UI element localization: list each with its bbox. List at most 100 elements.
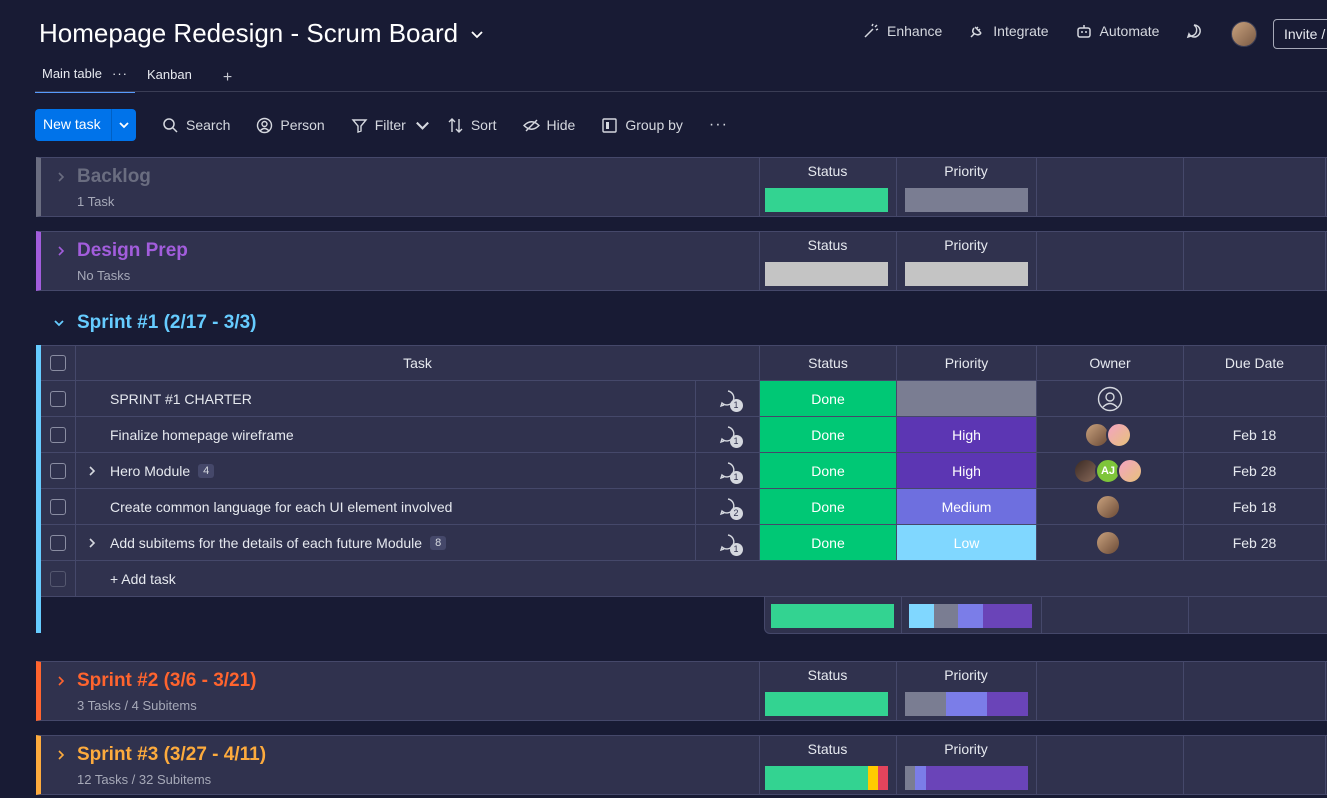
subitems-count[interactable]: 8 (430, 535, 447, 550)
row-checkbox (50, 570, 66, 587)
bar-segment (982, 604, 1032, 628)
integrate-button[interactable]: Integrate (968, 22, 1049, 40)
conversation-cell[interactable]: 1 (696, 525, 760, 560)
user-avatar[interactable] (1231, 21, 1257, 47)
row-checkbox[interactable] (50, 462, 66, 479)
more-options-button[interactable]: ··· (709, 116, 728, 134)
status-cell[interactable]: Done (760, 417, 897, 452)
status-cell[interactable]: Done (760, 453, 897, 488)
row-checkbox[interactable] (50, 426, 66, 443)
task-name-cell[interactable]: SPRINT #1 CHARTER (76, 381, 696, 416)
invite-button[interactable]: Invite / (1273, 19, 1327, 49)
priority-label: Low (953, 534, 980, 551)
owner-cell[interactable] (1037, 381, 1184, 416)
select-all-checkbox[interactable] (50, 355, 66, 371)
empty-person-icon[interactable] (1097, 386, 1123, 412)
owner-avatars[interactable] (1095, 493, 1121, 520)
owner-avatars[interactable] (1095, 529, 1121, 556)
row-checkbox[interactable] (50, 498, 66, 515)
status-cell[interactable]: Done (760, 489, 897, 524)
due-date-cell[interactable] (1184, 381, 1326, 416)
person-filter-button[interactable]: Person (256, 117, 325, 134)
owner-avatars[interactable] (1084, 421, 1132, 448)
owner-cell[interactable] (1037, 489, 1184, 524)
priority-cell[interactable]: High (897, 417, 1037, 452)
more-icon[interactable]: ··· (112, 66, 128, 81)
chevron-right-icon[interactable] (55, 171, 67, 183)
owner-avatars[interactable]: AJ (1073, 457, 1143, 484)
due-date-cell[interactable]: Feb 28 (1184, 453, 1326, 488)
filter-label: Filter (374, 117, 406, 133)
enhance-button[interactable]: Enhance (862, 22, 942, 40)
table-row[interactable]: Create common language for each UI eleme… (41, 489, 1327, 525)
priority-cell[interactable]: High (897, 453, 1037, 488)
group-title[interactable]: Sprint #3 (3/27 - 4/11) (77, 744, 266, 766)
chevron-right-icon[interactable] (86, 465, 98, 477)
status-cell[interactable]: Done (760, 525, 897, 560)
group-sprint-1-header[interactable]: Sprint #1 (2/17 - 3/3) (53, 312, 257, 334)
task-name-cell[interactable]: Hero Module 4 (76, 453, 696, 488)
sort-button[interactable]: Sort (447, 117, 497, 134)
due-date: Feb 28 (1232, 462, 1277, 479)
chevron-right-icon[interactable] (55, 245, 67, 257)
board-title[interactable]: Homepage Redesign - Scrum Board (39, 18, 484, 49)
chevron-right-icon[interactable] (86, 537, 98, 549)
tab-kanban[interactable]: Kanban (140, 63, 199, 92)
new-task-button[interactable]: New task (35, 109, 111, 141)
chevron-down-icon[interactable] (53, 317, 65, 329)
new-task-dropdown[interactable] (111, 109, 136, 141)
add-task-input[interactable]: + Add task (76, 561, 1326, 596)
task-name-cell[interactable]: Finalize homepage wireframe (76, 417, 696, 452)
chevron-down-icon[interactable] (470, 27, 484, 41)
filter-button[interactable]: Filter (351, 117, 406, 134)
bar-segment (765, 766, 869, 790)
table-row[interactable]: Add subitems for the details of each fut… (41, 525, 1327, 561)
group-title[interactable]: Backlog (77, 166, 151, 188)
owner-cell[interactable] (1037, 525, 1184, 560)
more-icon: ··· (708, 116, 728, 133)
conversation-cell[interactable]: 1 (696, 381, 760, 416)
table-row[interactable]: SPRINT #1 CHARTER 1 Done (41, 381, 1327, 417)
task-name: Create common language for each UI eleme… (110, 498, 453, 515)
due-date-cell[interactable]: Feb 18 (1184, 417, 1326, 452)
group-title[interactable]: Sprint #1 (2/17 - 3/3) (77, 312, 257, 334)
search-icon (163, 117, 178, 133)
group-title[interactable]: Design Prep (77, 240, 188, 262)
due-date-cell[interactable]: Feb 18 (1184, 489, 1326, 524)
row-checkbox[interactable] (50, 390, 66, 407)
group-title[interactable]: Sprint #2 (3/6 - 3/21) (77, 670, 257, 692)
chevron-right-icon[interactable] (55, 675, 67, 687)
task-name-cell[interactable]: Create common language for each UI eleme… (76, 489, 696, 524)
task-name-cell[interactable]: Add subitems for the details of each fut… (76, 525, 696, 560)
conversation-icon: 1 (718, 389, 743, 412)
conversation-cell[interactable]: 2 (696, 489, 760, 524)
tab-main-table[interactable]: Main table ··· (35, 62, 135, 93)
subitems-count[interactable]: 4 (198, 463, 215, 478)
priority-cell[interactable]: Medium (897, 489, 1037, 524)
owner-cell[interactable]: AJ (1037, 453, 1184, 488)
hide-button[interactable]: Hide (522, 117, 575, 134)
add-view-button[interactable]: + (223, 69, 232, 87)
status-cell[interactable]: Done (760, 381, 897, 416)
bar-segment (765, 692, 888, 716)
priority-cell[interactable] (897, 381, 1037, 416)
status-summary-bar (771, 604, 894, 628)
search-button[interactable]: Search (162, 117, 230, 134)
row-checkbox[interactable] (50, 534, 66, 551)
due-date-cell[interactable]: Feb 28 (1184, 525, 1326, 560)
table-row[interactable]: Finalize homepage wireframe 1 Done High … (41, 417, 1327, 453)
priority-column-header: Priority (944, 741, 988, 757)
table-row[interactable]: Hero Module 4 1 Done High AJ Feb 28 (41, 453, 1327, 489)
conversation-cell[interactable]: 1 (696, 417, 760, 452)
priority-cell[interactable]: Low (897, 525, 1037, 560)
status-column-header: Status (807, 741, 848, 757)
owner-cell[interactable] (1037, 417, 1184, 452)
updates-button[interactable] (1185, 22, 1203, 40)
conversation-cell[interactable]: 1 (696, 453, 760, 488)
chevron-right-icon[interactable] (55, 749, 67, 761)
avatar (1106, 421, 1132, 448)
automate-button[interactable]: Automate (1075, 22, 1159, 40)
group-by-button[interactable]: Group by (601, 117, 683, 134)
filter-dropdown[interactable] (414, 117, 431, 134)
group-task-count: No Tasks (77, 268, 131, 283)
